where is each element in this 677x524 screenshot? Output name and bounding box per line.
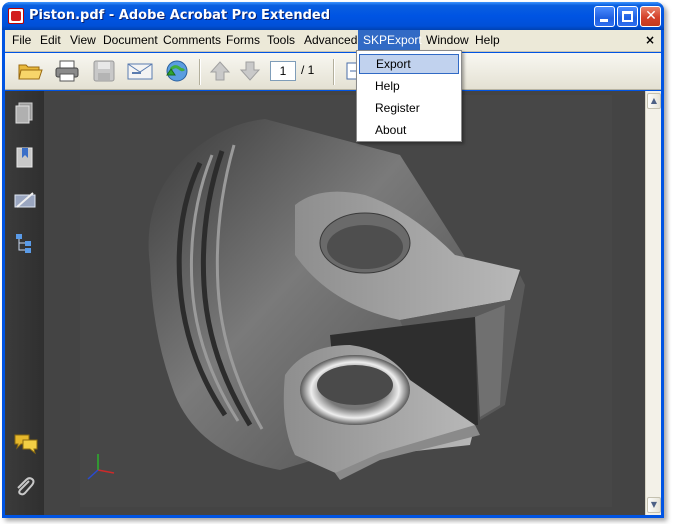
signatures-button[interactable] — [13, 189, 37, 213]
menu-forms[interactable]: Forms — [221, 30, 265, 51]
app-window: Piston.pdf - Adobe Acrobat Pro Extended … — [2, 2, 664, 518]
toolbar-separator — [199, 59, 201, 85]
vertical-scrollbar[interactable]: ▲ ▼ — [645, 91, 661, 515]
menu-bar: File Edit View Document Comments Forms T… — [5, 30, 661, 52]
comments-button[interactable] — [13, 431, 38, 455]
menu-register-item[interactable]: Register — [359, 98, 459, 118]
upload-button[interactable] — [163, 59, 189, 83]
menu-help-item[interactable]: Help — [359, 76, 459, 96]
menu-help[interactable]: Help — [470, 30, 505, 51]
minimize-icon — [600, 19, 608, 22]
window-title: Piston.pdf - Adobe Acrobat Pro Extended — [29, 8, 331, 23]
next-page-button[interactable] — [237, 59, 263, 83]
menu-export-item[interactable]: Export — [359, 54, 459, 74]
bookmarks-button[interactable] — [13, 145, 37, 169]
menu-about-item[interactable]: About — [359, 120, 459, 140]
page-number-input[interactable]: 1 — [270, 61, 296, 81]
menu-skpexport[interactable]: SKPExport — [358, 30, 422, 51]
close-icon: ✕ — [645, 8, 657, 24]
toolbar-separator — [333, 59, 335, 85]
email-button[interactable] — [126, 59, 153, 83]
prev-page-icon — [209, 61, 231, 81]
menu-file[interactable]: File — [7, 30, 36, 51]
scroll-up-button[interactable]: ▲ — [647, 93, 661, 109]
page-view[interactable] — [44, 91, 645, 515]
menu-comments[interactable]: Comments — [158, 30, 226, 51]
pages-button[interactable] — [13, 101, 37, 125]
print-icon — [55, 60, 79, 82]
page-total: / 1 — [301, 63, 315, 77]
upload-icon — [166, 60, 188, 82]
menu-document[interactable]: Document — [98, 30, 163, 51]
signatures-icon — [14, 192, 36, 208]
menu-tools[interactable]: Tools — [262, 30, 300, 51]
bookmarks-icon — [16, 147, 33, 168]
pdf-app-icon — [8, 8, 24, 24]
3d-model-viewport[interactable] — [80, 95, 612, 507]
scroll-down-button[interactable]: ▼ — [647, 497, 661, 513]
prev-page-button[interactable] — [207, 59, 233, 83]
menu-view[interactable]: View — [65, 30, 101, 51]
print-button[interactable] — [54, 59, 80, 83]
menu-advanced[interactable]: Advanced — [299, 30, 362, 51]
toolbar: 1 / 1 — [5, 53, 661, 90]
attachments-button[interactable] — [13, 475, 37, 499]
maximize-icon — [622, 11, 633, 22]
close-button[interactable]: ✕ — [640, 6, 661, 27]
comments-icon — [14, 434, 38, 455]
attachments-icon — [17, 477, 35, 496]
document-close-icon[interactable]: × — [645, 30, 655, 51]
open-folder-icon — [18, 64, 43, 80]
title-bar[interactable]: Piston.pdf - Adobe Acrobat Pro Extended … — [2, 2, 664, 30]
minimize-button[interactable] — [594, 6, 615, 27]
skpexport-dropdown: Export Help Register About — [356, 50, 462, 142]
open-button[interactable] — [17, 59, 43, 83]
next-page-icon — [239, 61, 261, 81]
document-area: ▲ ▼ — [5, 91, 661, 515]
email-icon — [127, 63, 153, 80]
maximize-button[interactable] — [617, 6, 638, 27]
menu-edit[interactable]: Edit — [35, 30, 66, 51]
model-tree-button[interactable] — [13, 231, 37, 255]
model-tree-icon — [16, 234, 31, 253]
menu-window[interactable]: Window — [421, 30, 474, 51]
save-button[interactable] — [91, 59, 117, 83]
navigation-pane — [5, 91, 44, 515]
piston-model[interactable] — [80, 95, 612, 507]
pages-icon — [15, 102, 33, 124]
save-icon — [93, 60, 115, 82]
window-bottom-border — [2, 515, 664, 518]
